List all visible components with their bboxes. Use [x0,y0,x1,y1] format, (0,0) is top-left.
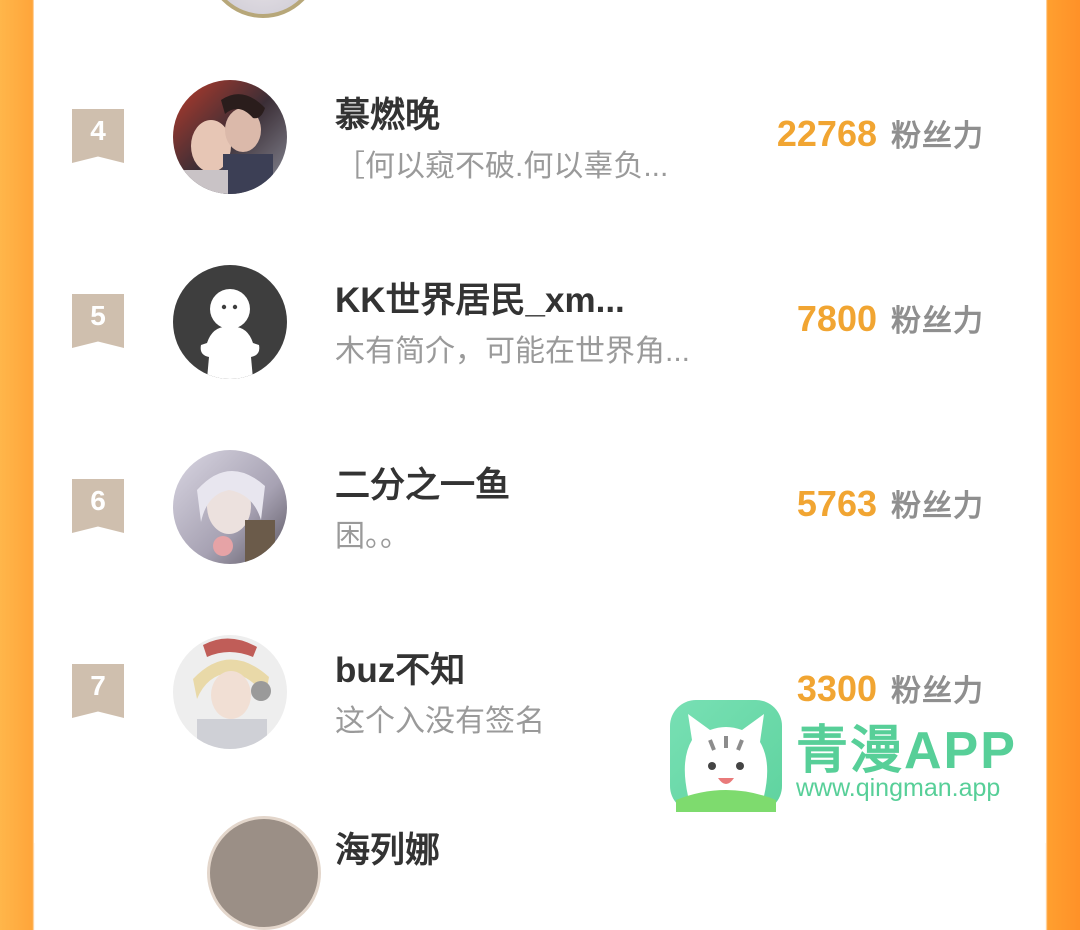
fan-power-value: 5763 [796,483,877,524]
rank-badge: 6 [72,479,124,533]
ranking-row-5[interactable]: 5 KK世界居民_xm... 木有简介，可能在世界角... 7800 粉丝力 [34,262,1046,412]
user-name[interactable]: 二分之一鱼 [335,457,510,508]
user-description: 困。。 [335,520,410,553]
ranking-row-4[interactable]: 4 慕燃晚 ［何以窥不破.何以辜负... 22768 粉丝力 [34,77,1046,227]
default-avatar-icon[interactable] [173,265,287,379]
rank-badge: 4 [72,109,124,163]
user-description: 这个入没有签名 [335,705,545,738]
user-name[interactable]: KK世界居民_xm... [335,272,625,323]
fan-power-value: 7800 [796,298,877,339]
cat-logo-icon [670,700,782,812]
fan-power: 22768 粉丝力 [777,111,984,155]
fan-power: 7800 粉丝力 [797,296,984,340]
user-avatar[interactable] [173,450,287,564]
user-description: 木有简介，可能在世界角... [335,335,691,368]
watermark-title: 青漫APP [796,722,1017,780]
fan-power-unit: 粉丝力 [891,490,984,523]
ranking-row-6[interactable]: 6 二分之一鱼 困。。 5763 粉丝力 [34,447,1046,597]
fan-power-unit: 粉丝力 [891,305,984,338]
user-avatar[interactable] [173,635,287,749]
user-name-partial[interactable]: 海列娜 [335,822,440,873]
fan-power-value: 22768 [776,113,877,154]
user-description: ［何以窥不破.何以辜负... [335,150,669,183]
avatar-rank-8-partial[interactable] [207,816,321,930]
watermark-url: www.qingman.app [796,774,1001,802]
watermark: 青漫APP www.qingman.app [670,700,1050,816]
user-name[interactable]: buz不知 [335,642,465,693]
fan-power-unit: 粉丝力 [891,120,984,153]
rank-badge: 5 [72,294,124,348]
avatar-rank-3-partial[interactable] [206,0,320,18]
user-name[interactable]: 慕燃晚 [335,87,440,138]
rank-badge: 7 [72,664,124,718]
user-avatar[interactable] [173,80,287,194]
fan-power: 5763 粉丝力 [797,481,984,525]
